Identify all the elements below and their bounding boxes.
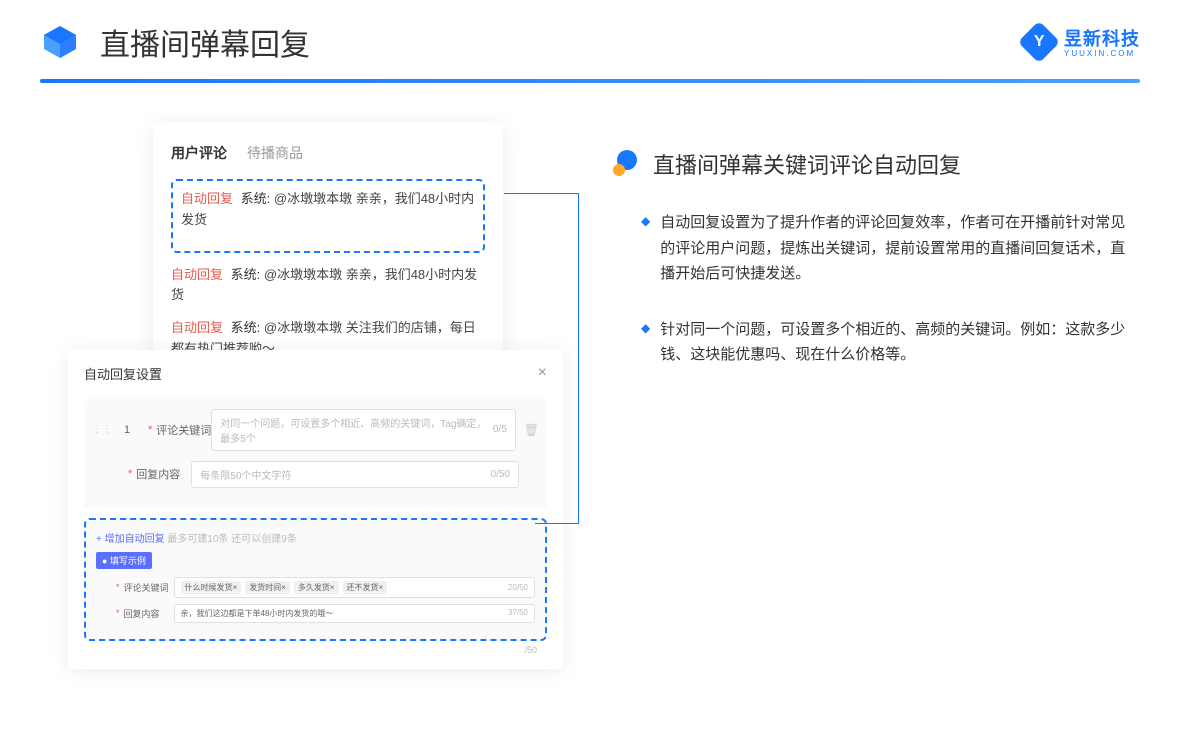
example-badge: ● 填写示例 <box>96 552 152 569</box>
brand-icon: Y <box>1018 20 1060 62</box>
required-star: * <box>116 608 120 618</box>
char-count: 0/50 <box>491 469 510 480</box>
highlighted-comment: 自动回复 系统: @冰墩墩本墩 亲亲，我们48小时内发货 <box>171 179 485 253</box>
keyword-label: 评论关键词 <box>156 422 211 438</box>
example-box: + 增加自动回复 最多可建10条 还可以创建9条 ● 填写示例 * 评论关键词 … <box>84 518 547 641</box>
cube-icon <box>40 22 80 62</box>
close-icon[interactable]: × <box>538 364 547 382</box>
brand-name: 昱新科技 <box>1064 25 1140 51</box>
ex-keyword-label: 评论关键词 <box>124 581 174 594</box>
tag: 还不发货× <box>343 581 388 594</box>
content-label: 回复内容 <box>136 466 191 482</box>
connector-line <box>578 193 579 523</box>
section-title: 直播间弹幕关键词评论自动回复 <box>653 148 961 180</box>
input-placeholder: 每条限50个中文字符 <box>200 467 291 482</box>
keyword-input[interactable]: 对同一个问题，可设置多个相近、高频的关键词，Tag确定，最多5个 0/5 <box>211 409 515 451</box>
bubble-icon <box>613 150 641 178</box>
required-star: * <box>128 468 132 480</box>
ex-text: 亲，我们这边都是下单48小时内发货的哦～ <box>181 608 334 619</box>
brand-url: YUUXIN.COM <box>1064 49 1140 58</box>
tag: 什么时候发货× <box>181 581 242 594</box>
auto-reply-tag: 自动回复 <box>171 267 223 282</box>
tag-count: 20/50 <box>508 583 528 592</box>
content-input[interactable]: 每条限50个中文字符 0/50 <box>191 461 519 488</box>
auto-reply-tag: 自动回复 <box>181 191 233 206</box>
brand-logo: Y 昱新科技 YUUXIN.COM <box>1024 25 1140 58</box>
settings-panel: 自动回复设置 × ⋮⋮ 1 * 评论关键词 对同一个问题，可设置多个相近、高频的… <box>68 350 563 669</box>
bullet-text: 针对同一个问题，可设置多个相近的、高频的关键词。例如：这款多少钱、这块能优惠吗、… <box>660 317 1140 368</box>
sys-label: 系统: <box>231 267 261 282</box>
example-keyword-row: * 评论关键词 什么时候发货× 发货时间× 多久发货× 还不发货× 20/50 <box>96 577 535 598</box>
connector-line <box>504 193 579 194</box>
example-content-row: * 回复内容 亲，我们这边都是下单48小时内发货的哦～ 37/50 <box>96 604 535 623</box>
add-hint: 最多可建10条 还可以创建9条 <box>167 534 296 545</box>
bullet-item: ◆ 针对同一个问题，可设置多个相近的、高频的关键词。例如：这款多少钱、这块能优惠… <box>613 317 1140 368</box>
bottom-count: /50 <box>84 645 547 655</box>
drag-icon[interactable]: ⋮⋮ <box>92 424 112 435</box>
tag: 发货时间× <box>245 581 290 594</box>
comment-row: 自动回复 系统: @冰墩墩本墩 亲亲，我们48小时内发货 <box>181 189 475 231</box>
bullet-item: ◆ 自动回复设置为了提升作者的评论回复效率，作者可在开播前针对常见的评论用户问题… <box>613 210 1140 287</box>
char-count: 0/5 <box>493 424 507 435</box>
tab-user-comments[interactable]: 用户评论 <box>171 143 227 163</box>
row-number: 1 <box>118 424 136 436</box>
bullet-text: 自动回复设置为了提升作者的评论回复效率，作者可在开播前针对常见的评论用户问题，提… <box>660 210 1140 287</box>
ex-count: 37/50 <box>508 608 528 619</box>
add-auto-reply-link[interactable]: + 增加自动回复 最多可建10条 还可以创建9条 <box>96 530 535 545</box>
form-row-keyword: ⋮⋮ 1 * 评论关键词 对同一个问题，可设置多个相近、高频的关键词，Tag确定… <box>92 409 539 451</box>
sys-label: 系统: <box>241 191 271 206</box>
tag: 多久发货× <box>294 581 339 594</box>
settings-title: 自动回复设置 <box>84 364 162 383</box>
comment-row: 自动回复 系统: @冰墩墩本墩 亲亲，我们48小时内发货 <box>171 265 485 307</box>
trash-icon[interactable]: 🗑 <box>524 423 539 437</box>
page-title: 直播间弹幕回复 <box>100 20 310 64</box>
example-text-input[interactable]: 亲，我们这边都是下单48小时内发货的哦～ 37/50 <box>174 604 535 623</box>
auto-reply-tag: 自动回复 <box>171 320 223 335</box>
required-star: * <box>148 424 152 436</box>
tag-input[interactable]: 什么时候发货× 发货时间× 多久发货× 还不发货× 20/50 <box>174 577 535 598</box>
required-star: * <box>116 582 120 592</box>
ex-content-label: 回复内容 <box>124 607 174 620</box>
tab-pending-products[interactable]: 待播商品 <box>247 143 303 163</box>
diamond-icon: ◆ <box>641 214 650 287</box>
form-row-content: * 回复内容 每条限50个中文字符 0/50 <box>92 461 539 488</box>
input-placeholder: 对同一个问题，可设置多个相近、高频的关键词，Tag确定，最多5个 <box>220 415 493 445</box>
diamond-icon: ◆ <box>641 321 650 368</box>
sys-label: 系统: <box>231 320 261 335</box>
